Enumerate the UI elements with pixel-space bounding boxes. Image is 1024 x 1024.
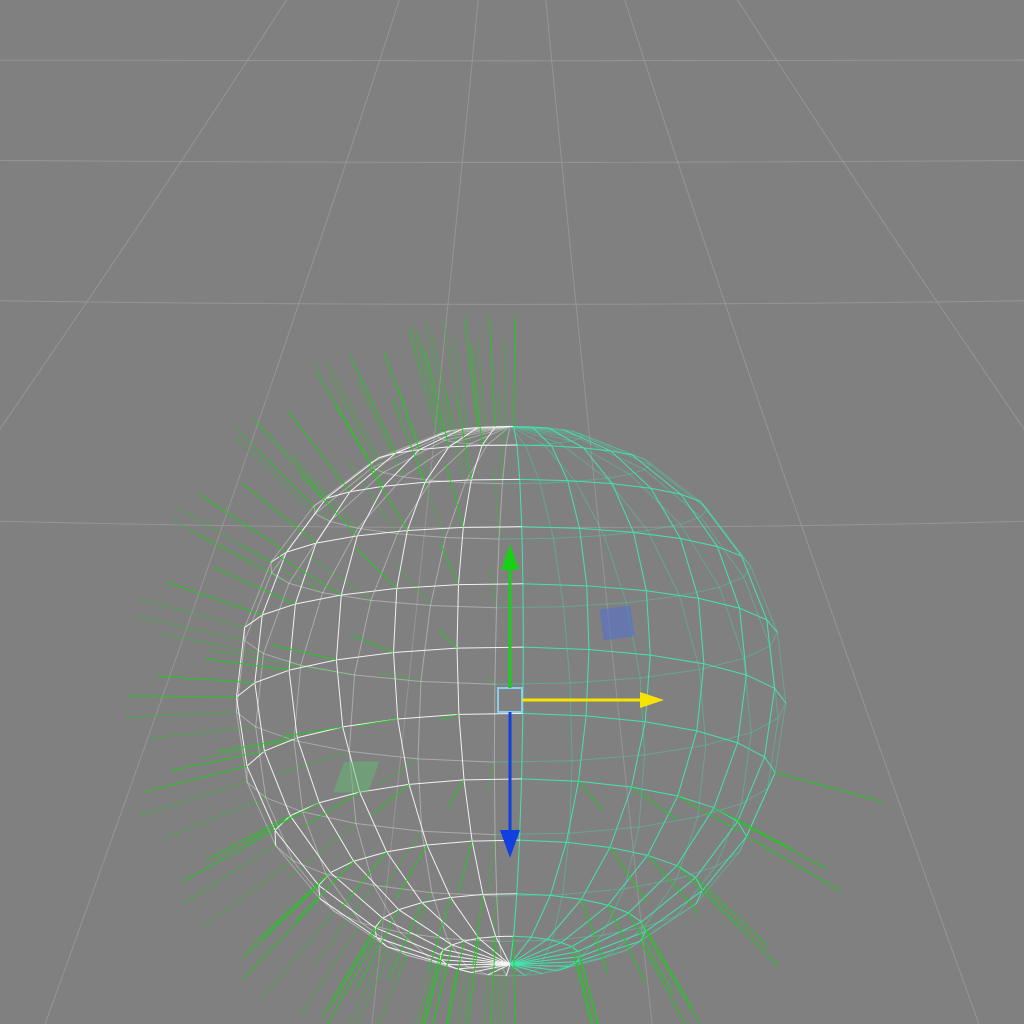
- gizmo-arrow-z[interactable]: [500, 830, 520, 858]
- gizmo-arrow-y[interactable]: [501, 544, 519, 570]
- gizmo-center[interactable]: [498, 688, 522, 712]
- gizmo-plane-xy[interactable]: [600, 606, 634, 640]
- viewport-canvas[interactable]: [0, 0, 1024, 1024]
- sphere-wireframe[interactable]: [236, 426, 785, 975]
- 3d-viewport[interactable]: [0, 0, 1024, 1024]
- transform-gizmo[interactable]: [334, 544, 664, 858]
- ground-grid: [0, 0, 1024, 1024]
- gizmo-plane-xz[interactable]: [334, 762, 379, 792]
- gizmo-arrow-x[interactable]: [640, 692, 664, 708]
- normals-back: [124, 320, 506, 1024]
